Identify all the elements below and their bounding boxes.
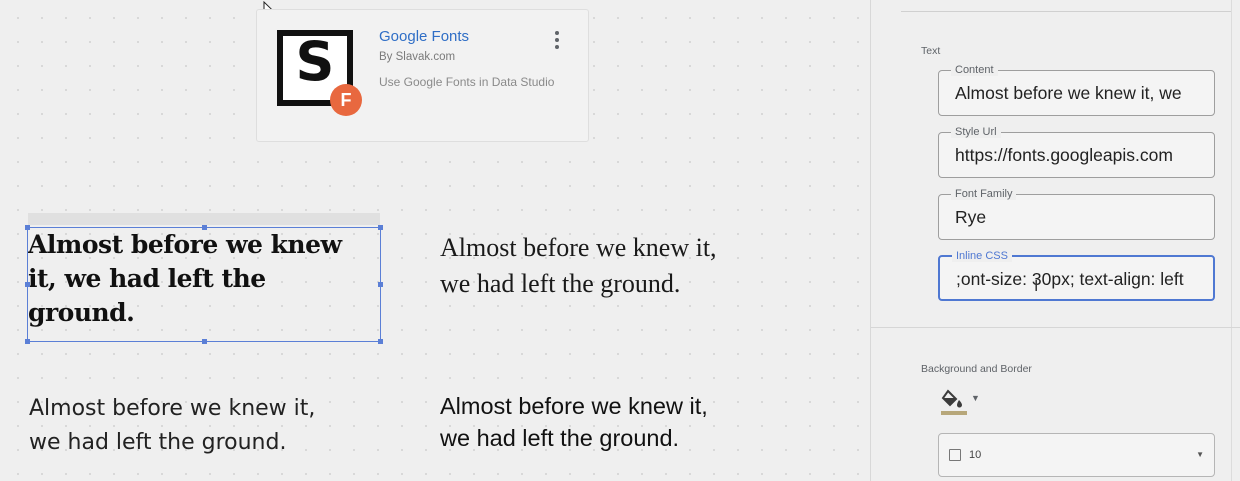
content-label: Content — [951, 64, 998, 76]
resize-handle[interactable] — [25, 225, 30, 230]
selection-box — [25, 225, 383, 344]
resize-handle[interactable] — [25, 339, 30, 344]
chevron-down-icon: ▼ — [1196, 450, 1204, 459]
text-cursor-icon: I — [1034, 277, 1039, 295]
text-line: we had left the ground. — [29, 430, 287, 455]
inline-css-field[interactable]: Inline CSS ont-size: 30px; text-align: l… — [938, 250, 1215, 301]
text-line: Almost before we knew it, — [29, 396, 316, 421]
text-box-grotesk[interactable]: Almost before we knew it, we had left th… — [29, 392, 389, 460]
divider — [901, 11, 1231, 12]
font-family-label: Font Family — [951, 188, 1017, 200]
resize-handle[interactable] — [202, 339, 207, 344]
text-line: we had left the ground. — [440, 269, 681, 298]
chevron-down-icon[interactable]: ▼ — [971, 393, 980, 403]
more-vert-icon[interactable] — [555, 31, 561, 52]
fill-color-icon[interactable] — [940, 387, 970, 417]
connector-card[interactable]: S F Google Fonts By Slavak.com Use Googl… — [256, 9, 589, 142]
font-family-field[interactable]: Font Family Rye — [938, 188, 1215, 240]
text-box-serif[interactable]: Almost before we knew it, we had left th… — [440, 230, 780, 302]
resize-handle[interactable] — [378, 282, 383, 287]
text-line: Almost before we knew it, — [440, 233, 717, 262]
border-style-icon — [949, 449, 961, 461]
content-field[interactable]: Content Almost before we knew it, we — [938, 64, 1215, 116]
panel-edge — [1231, 0, 1232, 481]
selection-header-bar — [28, 213, 380, 225]
text-section-label: Text — [921, 45, 941, 57]
resize-handle[interactable] — [378, 339, 383, 344]
connector-author: By Slavak.com — [379, 51, 456, 63]
text-line: we had left the ground. — [440, 425, 680, 451]
resize-handle[interactable] — [202, 225, 207, 230]
properties-panel: Text Content Almost before we knew it, w… — [870, 0, 1240, 481]
resize-handle[interactable] — [25, 282, 30, 287]
report-canvas[interactable]: S F Google Fonts By Slavak.com Use Googl… — [0, 0, 870, 481]
style-url-value[interactable]: https://fonts.googleapis.com — [955, 145, 1206, 166]
border-select[interactable]: 10 ▼ — [938, 433, 1215, 477]
divider — [871, 327, 1240, 328]
content-value[interactable]: Almost before we knew it, we — [955, 83, 1206, 104]
inline-css-value[interactable]: ont-size: 30px; text-align: left; — [956, 269, 1205, 290]
style-url-label: Style Url — [951, 126, 1001, 138]
text-box-sans[interactable]: Almost before we knew it, we had left th… — [440, 390, 780, 454]
logo-letter: S — [295, 30, 335, 93]
resize-handle[interactable] — [378, 225, 383, 230]
font-family-value[interactable]: Rye — [955, 207, 1206, 228]
connector-title[interactable]: Google Fonts — [379, 28, 469, 45]
fonts-badge-icon: F — [330, 84, 362, 116]
text-line: Almost before we knew it, — [440, 393, 708, 419]
style-url-field[interactable]: Style Url https://fonts.googleapis.com — [938, 126, 1215, 178]
connector-description: Use Google Fonts in Data Studio — [379, 75, 555, 89]
border-select-value: 10 — [969, 449, 982, 461]
background-section-label: Background and Border — [921, 363, 1032, 375]
inline-css-label: Inline CSS — [952, 250, 1012, 262]
